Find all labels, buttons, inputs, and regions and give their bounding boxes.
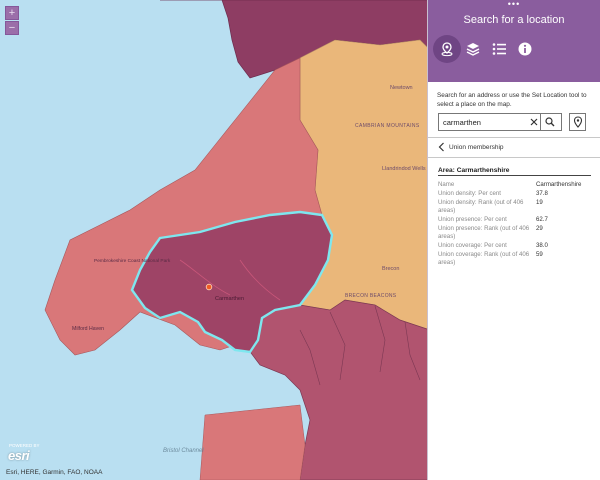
search-instructions: Search for an address or use the Set Loc… bbox=[437, 92, 587, 108]
divider bbox=[428, 157, 600, 158]
search-panel: ••• Search for a location Search for an … bbox=[427, 0, 600, 480]
label-brecon-beacons: BRECON BEACONS bbox=[345, 293, 397, 299]
attribute-key: Union coverage: Rank (out of 406 areas) bbox=[438, 251, 530, 266]
search-input[interactable] bbox=[439, 117, 527, 127]
close-icon bbox=[530, 118, 537, 126]
attribute-key: Union coverage: Per cent bbox=[438, 242, 507, 250]
tab-layers[interactable] bbox=[459, 35, 487, 63]
attribute-value: Carmarthenshire bbox=[536, 181, 582, 188]
table-row: Union presence: Per cent 62.7 bbox=[438, 216, 591, 224]
map-pin-icon bbox=[573, 116, 582, 128]
back-label: Union membership bbox=[449, 143, 504, 151]
tab-legend[interactable] bbox=[485, 35, 513, 63]
attribute-key: Name bbox=[438, 181, 455, 188]
location-search-icon bbox=[441, 42, 453, 57]
back-to-layer-button[interactable]: Union membership bbox=[438, 141, 504, 153]
attribute-value: 29 bbox=[536, 225, 543, 233]
label-cambrian: CAMBRIAN MOUNTAINS bbox=[355, 123, 420, 129]
panel-header: ••• Search for a location bbox=[428, 0, 600, 82]
attribute-table: Name Carmarthenshire Union density: Per c… bbox=[438, 181, 591, 268]
panel-tabs bbox=[428, 35, 600, 63]
label-newtown: Newtown bbox=[390, 85, 413, 91]
attribute-value: 62.7 bbox=[536, 216, 548, 224]
zoom-out-button[interactable]: − bbox=[5, 21, 19, 35]
table-row: Union coverage: Per cent 38.0 bbox=[438, 242, 591, 250]
attribute-key: Union density: Rank (out of 406 areas) bbox=[438, 199, 524, 214]
attribute-key: Union density: Per cent bbox=[438, 190, 502, 198]
attribute-key: Union presence: Rank (out of 406 areas) bbox=[438, 225, 530, 240]
legend-list-icon bbox=[492, 43, 506, 55]
panel-title: Search for a location bbox=[463, 14, 565, 26]
label-milford: Milford Haven bbox=[72, 326, 104, 332]
label-llandrindod: Llandrindod Wells bbox=[382, 166, 426, 172]
set-location-button[interactable] bbox=[569, 113, 586, 131]
search-box bbox=[438, 113, 562, 131]
table-row: Union density: Rank (out of 406 areas) 19 bbox=[438, 199, 591, 214]
clear-search-button[interactable] bbox=[527, 114, 540, 130]
drag-handle[interactable]: ••• bbox=[428, 0, 600, 9]
search-button[interactable] bbox=[540, 114, 559, 130]
label-carmarthen: Carmarthen bbox=[215, 296, 244, 302]
info-icon bbox=[518, 42, 532, 56]
table-row: Name Carmarthenshire bbox=[438, 181, 591, 189]
layers-icon bbox=[466, 43, 480, 56]
table-row: Union density: Per cent 37.8 bbox=[438, 190, 591, 198]
search-icon bbox=[545, 117, 555, 127]
location-marker[interactable] bbox=[205, 283, 213, 291]
attribute-value: 38.0 bbox=[536, 242, 548, 250]
divider bbox=[428, 137, 600, 138]
map-attribution: Esri, HERE, Garmin, FAO, NOAA bbox=[6, 469, 103, 476]
table-row: Union presence: Rank (out of 406 areas) 2… bbox=[438, 225, 591, 240]
zoom-in-button[interactable]: + bbox=[5, 6, 19, 20]
table-row: Union coverage: Rank (out of 406 areas) 5… bbox=[438, 251, 591, 266]
chevron-left-icon bbox=[438, 142, 444, 152]
attribute-key: Union presence: Per cent bbox=[438, 216, 507, 224]
label-bristol-channel: Bristol Channel bbox=[163, 448, 204, 454]
tab-location-search[interactable] bbox=[433, 35, 461, 63]
label-pembrokeshire: Pembrokeshire Coast National Park bbox=[94, 258, 171, 264]
attribute-value: 37.8 bbox=[536, 190, 548, 198]
attribute-value: 19 bbox=[536, 199, 543, 207]
tab-info[interactable] bbox=[511, 35, 539, 63]
attribute-value: 59 bbox=[536, 251, 543, 259]
label-brecon: Brecon bbox=[382, 266, 399, 272]
area-title: Area: Carmarthenshire bbox=[438, 167, 591, 176]
esri-logo[interactable]: esri bbox=[8, 448, 30, 463]
